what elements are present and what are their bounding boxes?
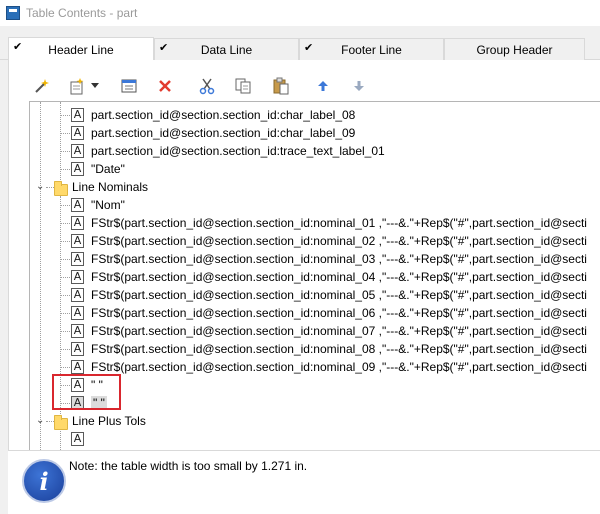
tree-item-label: part.section_id@section.section_id:trace… <box>91 144 385 158</box>
check-icon: ✔ <box>304 42 314 54</box>
text-field-icon: A <box>71 144 84 158</box>
text-field-icon: A <box>71 108 84 122</box>
tree-item-label: FStr$(part.section_id@section.section_id… <box>91 216 587 230</box>
tree-item[interactable]: A FStr$(part.section_id@section.section_… <box>30 268 600 286</box>
delete-button[interactable] <box>155 77 175 95</box>
properties-icon <box>121 79 137 93</box>
text-field-icon: A <box>71 306 84 320</box>
text-field-icon: A <box>71 270 84 284</box>
text-field-icon: A <box>71 360 84 374</box>
tree-item[interactable]: A FStr$(part.section_id@section.section_… <box>30 214 600 232</box>
folder-icon <box>54 181 68 196</box>
window-title: Table Contents - part <box>26 6 138 20</box>
tree-item[interactable]: A FStr$(part.section_id@section.section_… <box>30 250 600 268</box>
move-down-icon <box>354 81 364 91</box>
tab-label: Footer Line <box>341 42 402 57</box>
text-field-icon: A <box>71 126 84 140</box>
tree-folder-line-nominals[interactable]: ⌄ Line Nominals <box>30 178 600 196</box>
text-field-icon: A <box>71 162 84 176</box>
toolbar <box>9 72 600 98</box>
tree-item[interactable]: A "Nom" <box>30 196 600 214</box>
chevron-down-icon[interactable]: ⌄ <box>36 415 44 426</box>
highlight-box <box>52 374 121 410</box>
tree-item-label: FStr$(part.section_id@section.section_id… <box>91 342 587 356</box>
text-field-icon: A <box>71 324 84 338</box>
tree-item-label: FStr$(part.section_id@section.section_id… <box>91 234 587 248</box>
wand-button[interactable] <box>31 77 51 95</box>
tab-label: Group Header <box>476 42 553 57</box>
tab-group-header[interactable]: Group Header <box>444 38 585 60</box>
text-field-icon: A <box>71 252 84 266</box>
delete-icon <box>159 80 171 92</box>
tree-item[interactable]: A FStr$(part.section_id@section.section_… <box>30 322 600 340</box>
paste-icon <box>273 77 289 95</box>
new-item-icon <box>70 78 84 95</box>
tree-item[interactable]: A part.section_id@section.section_id:cha… <box>30 106 600 124</box>
tree-item-label: part.section_id@section.section_id:char_… <box>91 126 356 140</box>
tree-view[interactable]: A part.section_id@section.section_id:cha… <box>29 101 600 489</box>
cut-button[interactable] <box>197 77 217 95</box>
tree-item[interactable]: A part.section_id@section.section_id:tra… <box>30 142 600 160</box>
check-icon: ✔ <box>13 41 23 53</box>
dropdown-arrow-icon <box>91 83 99 88</box>
tree-item-label: "Date" <box>91 162 125 176</box>
new-item-dropdown[interactable] <box>89 77 101 95</box>
folder-icon <box>54 415 68 430</box>
tab-strip: ✔ Header Line ✔ Data Line ✔ Footer Line … <box>0 37 600 61</box>
cut-icon <box>199 78 215 95</box>
tree-item-label: part.section_id@section.section_id:char_… <box>91 108 356 122</box>
text-field-icon: A <box>71 432 84 446</box>
tree-item-label: FStr$(part.section_id@section.section_id… <box>91 360 587 374</box>
tab-data-line[interactable]: ✔ Data Line <box>154 38 299 60</box>
new-item-button[interactable] <box>67 77 87 95</box>
text-field-icon: A <box>71 198 84 212</box>
tree-item-label: FStr$(part.section_id@section.section_id… <box>91 270 587 284</box>
tree-item-label: FStr$(part.section_id@section.section_id… <box>91 306 587 320</box>
check-icon: ✔ <box>159 42 169 54</box>
tree-folder-label: Line Plus Tols <box>72 414 146 428</box>
tree-item-label: FStr$(part.section_id@section.section_id… <box>91 324 587 338</box>
tab-header-line[interactable]: ✔ Header Line <box>8 37 154 61</box>
tree-item-label: "Nom" <box>91 198 125 212</box>
move-down-button[interactable] <box>349 77 369 95</box>
chevron-down-icon[interactable]: ⌄ <box>36 181 44 192</box>
text-field-icon: A <box>71 234 84 248</box>
copy-button[interactable] <box>233 77 253 95</box>
tree-item[interactable]: A part.section_id@section.section_id:cha… <box>30 124 600 142</box>
text-field-icon: A <box>71 342 84 356</box>
tree-item-label: FStr$(part.section_id@section.section_id… <box>91 288 587 302</box>
tree-folder-line-plus-tols[interactable]: ⌄ Line Plus Tols <box>30 412 600 430</box>
app-icon <box>6 6 20 20</box>
tree-item[interactable]: A FStr$(part.section_id@section.section_… <box>30 286 600 304</box>
status-note: Note: the table width is too small by 1.… <box>69 459 308 473</box>
copy-icon <box>235 78 251 94</box>
tab-footer-line[interactable]: ✔ Footer Line <box>299 38 444 60</box>
text-field-icon: A <box>71 288 84 302</box>
move-up-button[interactable] <box>313 77 333 95</box>
properties-button[interactable] <box>119 77 139 95</box>
title-bar: Table Contents - part <box>0 0 600 26</box>
move-up-icon <box>318 81 328 91</box>
tree-item[interactable]: A FStr$(part.section_id@section.section_… <box>30 232 600 250</box>
tree-item-partial[interactable]: A <box>30 430 600 448</box>
wand-icon <box>35 79 49 93</box>
tree-item-label: FStr$(part.section_id@section.section_id… <box>91 252 587 266</box>
tree-item[interactable]: A "Date" <box>30 160 600 178</box>
tree-item[interactable]: A FStr$(part.section_id@section.section_… <box>30 304 600 322</box>
paste-button[interactable] <box>271 77 291 95</box>
info-icon: i <box>22 459 66 503</box>
tree-item[interactable]: A FStr$(part.section_id@section.section_… <box>30 340 600 358</box>
tree-folder-label: Line Nominals <box>72 180 149 194</box>
text-field-icon: A <box>71 216 84 230</box>
tab-panel: A part.section_id@section.section_id:cha… <box>8 60 600 514</box>
tab-label: Header Line <box>48 42 114 57</box>
tab-label: Data Line <box>200 42 253 57</box>
